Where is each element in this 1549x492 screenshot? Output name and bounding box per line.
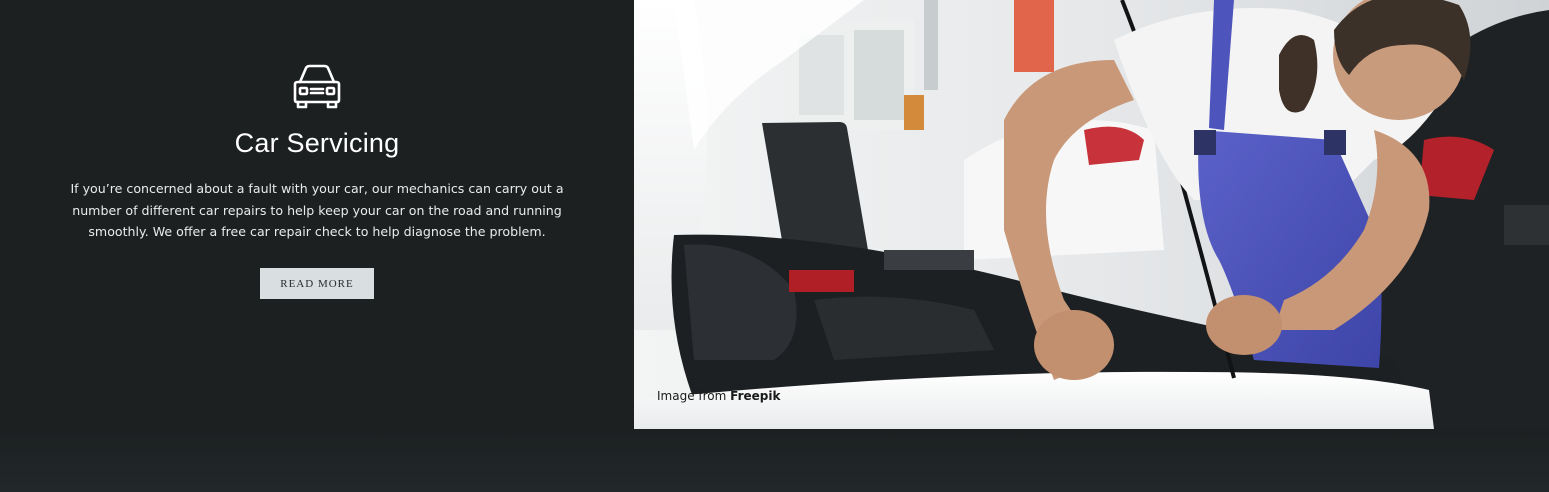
read-more-button[interactable]: READ MORE bbox=[260, 268, 374, 299]
credit-prefix: Image from bbox=[657, 389, 727, 403]
footer-band bbox=[0, 430, 1549, 492]
image-credit: Image from Freepik bbox=[657, 389, 780, 403]
mechanic-photo bbox=[634, 0, 1549, 429]
car-icon bbox=[287, 62, 347, 110]
service-title: Car Servicing bbox=[234, 128, 400, 158]
service-description: If you’re concerned about a fault with y… bbox=[70, 181, 564, 239]
service-panel: Car Servicing If you’re concerned about … bbox=[0, 0, 634, 430]
credit-source-link[interactable]: Freepik bbox=[730, 389, 780, 403]
